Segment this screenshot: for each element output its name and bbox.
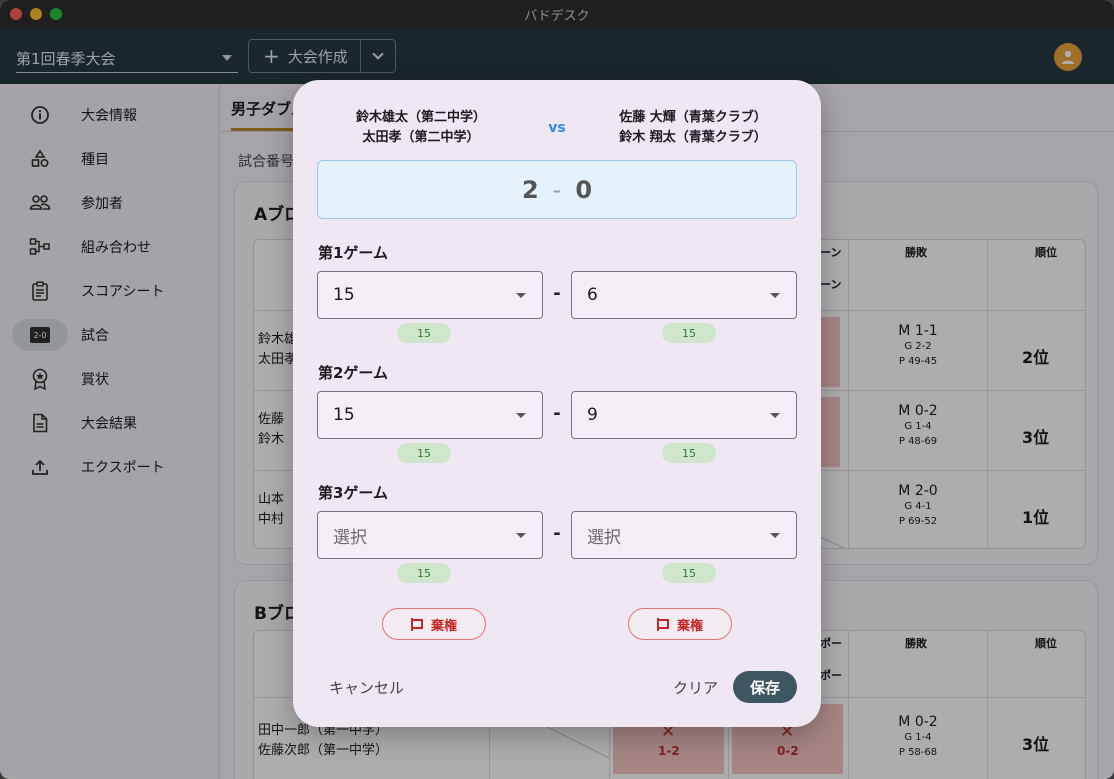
- total-score-display: 2 - 0: [317, 160, 797, 219]
- forfeit-right-button[interactable]: 棄権: [628, 608, 732, 640]
- game-1-right-target-chip[interactable]: 15: [662, 323, 716, 343]
- caret-down-icon: [770, 293, 780, 298]
- game-3-right-target-chip[interactable]: 15: [662, 563, 716, 583]
- caret-down-icon: [770, 413, 780, 418]
- caret-down-icon: [770, 533, 780, 538]
- vs-label: vs: [548, 120, 566, 136]
- total-score-right: 0: [575, 175, 593, 204]
- team-right: 佐藤 大輝（青葉クラブ） 鈴木 翔太（青葉クラブ）: [619, 110, 767, 145]
- game-2-label: 第2ゲーム: [318, 364, 388, 382]
- total-score-left: 2: [521, 175, 539, 204]
- flag-icon: [656, 617, 669, 631]
- game-2-left-target-chip[interactable]: 15: [397, 443, 451, 463]
- game-3-left-target-chip[interactable]: 15: [397, 563, 451, 583]
- caret-down-icon: [516, 293, 526, 298]
- game-1-left-target-chip[interactable]: 15: [397, 323, 451, 343]
- score-entry-dialog: 鈴木雄太（第二中学） 太田孝（第二中学） vs 佐藤 大輝（青葉クラブ） 鈴木 …: [293, 80, 821, 727]
- app-window: バドデスク 第1回春季大会 + 大会作成 大会情報 種目 参加者 組み合わせ ス…: [0, 0, 1114, 779]
- game-1-label: 第1ゲーム: [318, 244, 388, 262]
- forfeit-left-button[interactable]: 棄権: [382, 608, 486, 640]
- clear-button[interactable]: クリア: [673, 677, 718, 698]
- game-1-left-score-select[interactable]: 15: [317, 271, 543, 319]
- game-2-right-score-select[interactable]: 9: [571, 391, 797, 439]
- flag-icon: [410, 617, 423, 631]
- caret-down-icon: [516, 533, 526, 538]
- game-3-label: 第3ゲーム: [318, 484, 388, 502]
- game-2-left-score-select[interactable]: 15: [317, 391, 543, 439]
- team-left: 鈴木雄太（第二中学） 太田孝（第二中学）: [355, 110, 486, 145]
- caret-down-icon: [516, 413, 526, 418]
- save-button[interactable]: 保存: [733, 671, 797, 703]
- game-1-right-score-select[interactable]: 6: [571, 271, 797, 319]
- game-3-right-score-select[interactable]: 選択: [571, 511, 797, 559]
- game-3-left-score-select[interactable]: 選択: [317, 511, 543, 559]
- cancel-button[interactable]: キャンセル: [329, 677, 404, 698]
- game-2-right-target-chip[interactable]: 15: [662, 443, 716, 463]
